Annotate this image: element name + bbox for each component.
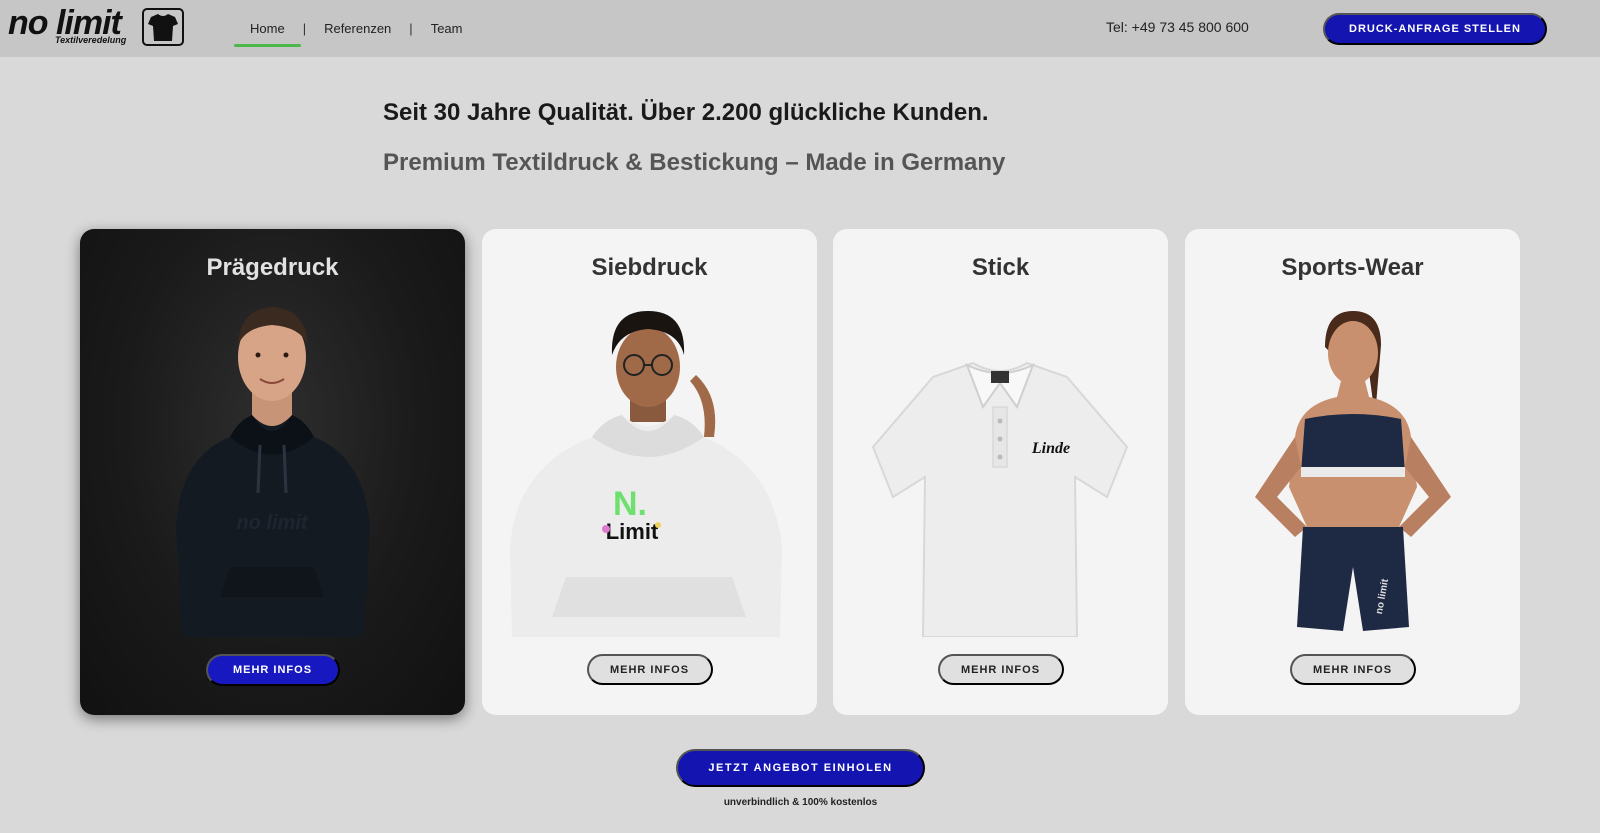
card-title: Sports-Wear	[1281, 254, 1424, 281]
more-info-button[interactable]: MEHR INFOS	[205, 654, 340, 686]
white-polo-shirt-image: Linde	[833, 297, 1168, 638]
site-header: no limit Textilveredelung Home | Referen…	[0, 0, 1600, 57]
print-text: Limit	[606, 519, 659, 544]
print-text: no limit	[236, 512, 308, 534]
service-card-sportswear[interactable]: Sports-Wear no limit MEHR INFOS	[1185, 229, 1520, 715]
page-subtitle: Premium Textildruck & Bestickung – Made …	[383, 149, 1006, 176]
more-info-button[interactable]: MEHR INFOS	[937, 654, 1064, 685]
man-white-hoodie-image: N. Limit	[482, 297, 817, 637]
logo-subtitle: Textilveredelung	[55, 35, 127, 45]
card-title: Siebdruck	[591, 254, 708, 281]
service-card-stick[interactable]: Stick Linde MEHR INFOS	[833, 229, 1168, 715]
get-quote-button[interactable]: JETZT ANGEBOT EINHOLEN	[676, 749, 925, 787]
woman-sportswear-image: no limit	[1185, 297, 1520, 637]
nav-referenzen[interactable]: Referenzen	[306, 0, 409, 57]
print-request-button[interactable]: DRUCK-ANFRAGE STELLEN	[1323, 13, 1547, 45]
service-card-siebdruck[interactable]: Siebdruck N. Limit MEHR INFOS	[482, 229, 817, 715]
nav-home[interactable]: Home	[232, 0, 303, 57]
card-title: Stick	[971, 254, 1030, 281]
tshirt-logo-icon	[142, 8, 184, 46]
phone-link[interactable]: Tel: +49 73 45 800 600	[1106, 19, 1249, 35]
main-nav: Home | Referenzen | Team	[232, 0, 480, 57]
card-title: Prägedruck	[206, 254, 339, 281]
print-text: Linde	[1031, 440, 1070, 457]
page-title: Seit 30 Jahre Qualität. Über 2.200 glück…	[383, 99, 989, 126]
man-black-hoodie-image: no limit	[80, 297, 465, 637]
logo[interactable]: no limit Textilveredelung	[8, 4, 184, 48]
svg-text:N.: N.	[613, 485, 647, 523]
service-card-praegedruck[interactable]: Prägedruck no limit MEHR INFOS	[80, 229, 465, 715]
nav-team[interactable]: Team	[413, 0, 481, 57]
cta-note: unverbindlich & 100% kostenlos	[723, 797, 878, 808]
more-info-button[interactable]: MEHR INFOS	[1289, 654, 1416, 685]
more-info-button[interactable]: MEHR INFOS	[586, 654, 713, 685]
